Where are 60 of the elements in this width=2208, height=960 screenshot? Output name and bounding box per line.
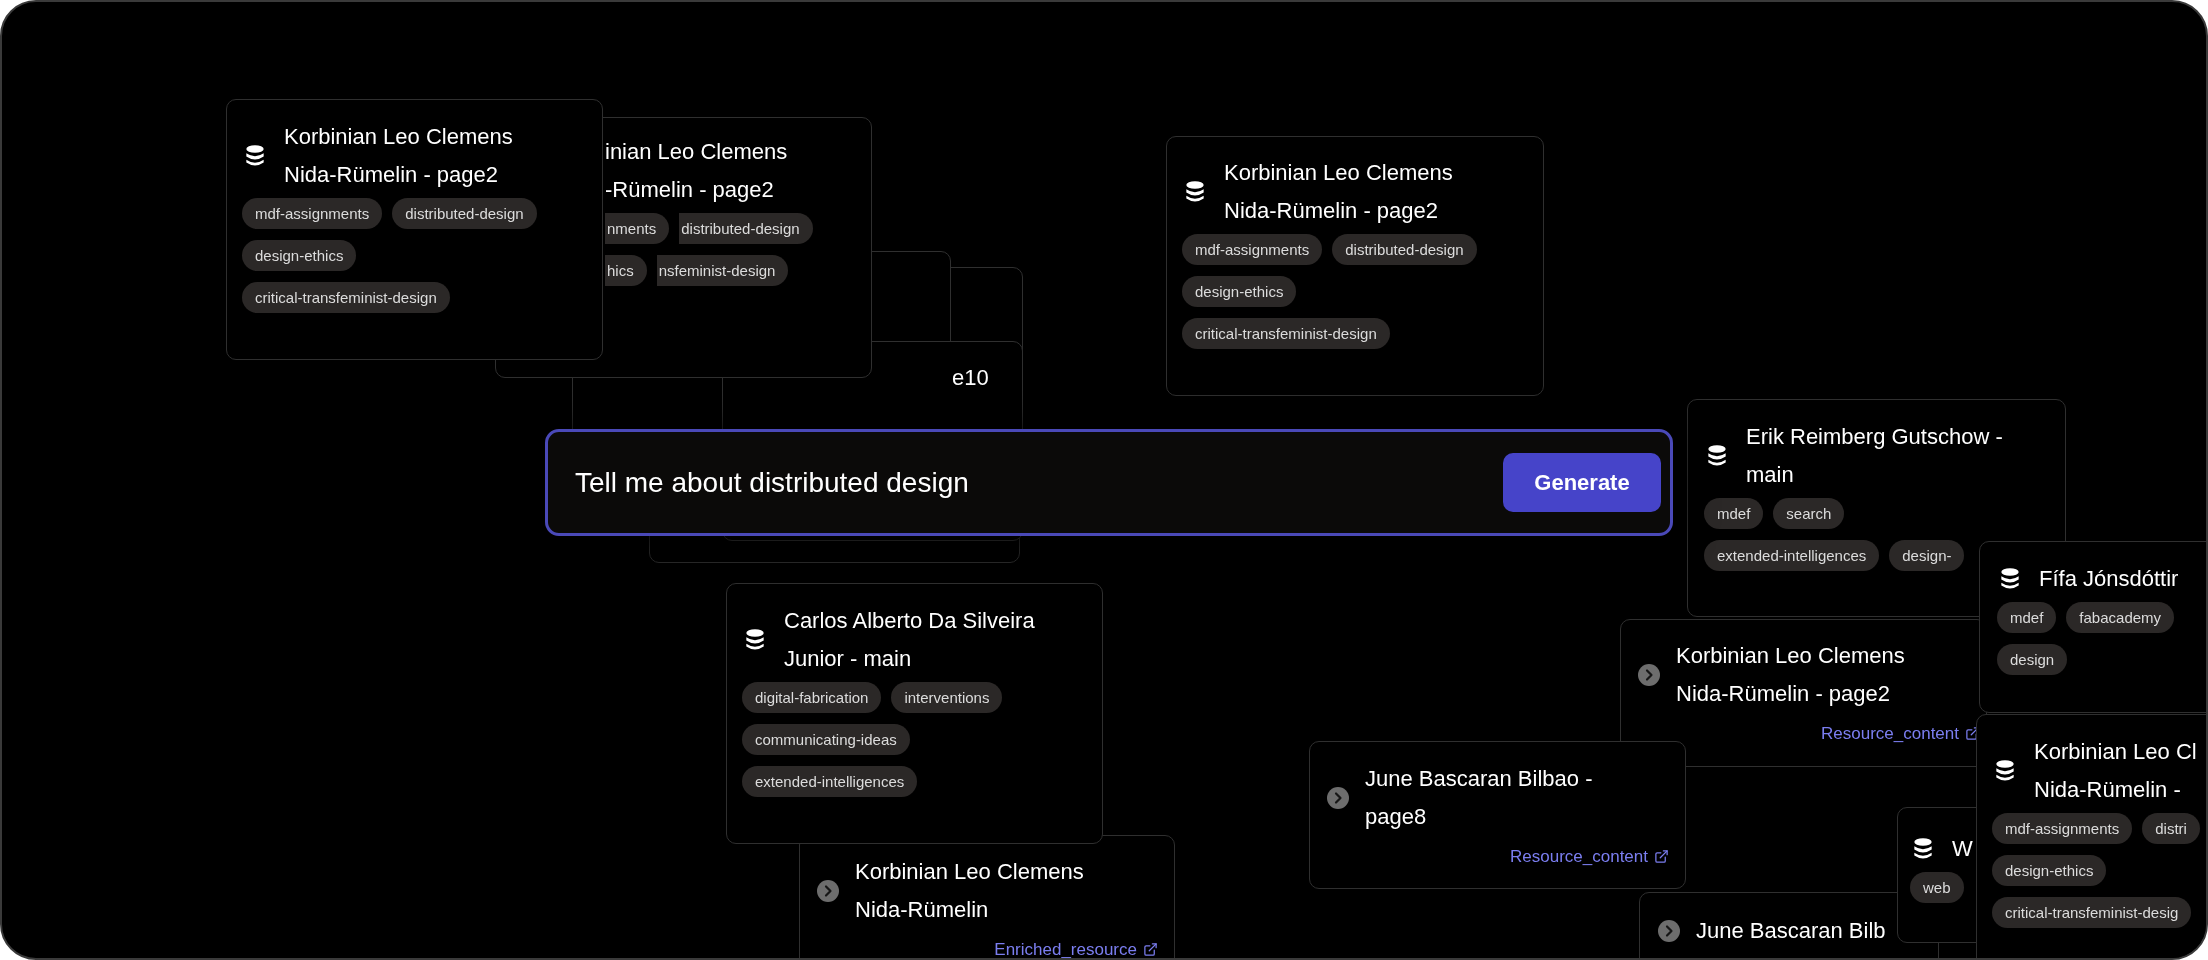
card-title: Nida-Rümelin - page2 (284, 161, 499, 189)
tag-chip: critical-transfeminist-design (242, 282, 450, 313)
tag-chip: design-ethics (1992, 855, 2107, 886)
card-title: inian Leo Clemens (605, 138, 788, 166)
card-title: Nida-Rümelin - page2 (1676, 680, 1891, 708)
card-title: June Bascaran Bilbao - (1365, 765, 1593, 793)
tag-chip: distributed-design (679, 213, 813, 244)
card-title: -Rümelin - page2 (605, 176, 775, 204)
tag-chip: critical-transfeminist-desig (1992, 897, 2192, 928)
tag-chip: critical-transfeminist-design (1182, 318, 1390, 349)
chevron-icon (1638, 664, 1660, 686)
tag-chip: mdf-assignments (242, 198, 383, 229)
card-title: page8 (1365, 803, 1428, 831)
card-title: Korbinian Leo Clemens (1676, 642, 1905, 670)
chevron-icon (1327, 787, 1349, 809)
tag-chip: design-ethics (242, 240, 357, 271)
tag-chip: design (1997, 644, 2068, 675)
tag-chip: mdf-assignments (1182, 234, 1323, 265)
prompt-field[interactable]: Tell me about distributed design Generate (545, 429, 1673, 536)
card-title: Carlos Alberto Da Silveira (784, 607, 1035, 635)
chevron-icon (1658, 920, 1680, 942)
resource-link[interactable]: Resource_content (1510, 844, 1669, 870)
card-title: Korbinian Leo Clemens (855, 858, 1084, 886)
card-title: Korbinian Leo Clemens (1224, 159, 1453, 187)
tag-chip: distributed-design (392, 198, 537, 229)
tag-chip: nsfeminist-design (656, 255, 789, 286)
tag-chip: design-ethics (1182, 276, 1297, 307)
card-title: Nida-Rümelin (855, 896, 990, 924)
card-title: Erik Reimberg Gutschow - (1746, 423, 2003, 451)
tag-chip: design- (1889, 540, 1965, 571)
tag-chip: distri (2142, 813, 2200, 844)
card-title: Nida-Rümelin - page2 (1224, 197, 1439, 225)
tag-chip: fabacademy (2066, 602, 2175, 633)
tag-chip: extended-intelligences (742, 766, 918, 797)
external-link-icon (1143, 942, 1158, 958)
card-title: e10 (952, 364, 989, 392)
chevron-icon (817, 880, 839, 902)
tag-chip: web (1910, 872, 1964, 903)
tag-chip: interventions (891, 682, 1003, 713)
tag-chip: digital-fabrication (742, 682, 882, 713)
external-link-icon (1654, 849, 1669, 865)
tag-chip: communicating-ideas (742, 724, 910, 755)
tag-chip: mdf-assignments (1992, 813, 2133, 844)
tag-chip: mdef (1704, 498, 1764, 529)
tag-chip: distributed-design (1332, 234, 1477, 265)
tag-chip: nments (605, 213, 670, 244)
card-title: Korbinian Leo Cl (2034, 738, 2197, 766)
resource-link[interactable]: Enriched_resource (994, 937, 1158, 958)
generate-button[interactable]: Generate (1503, 453, 1661, 512)
tag-chip: search (1773, 498, 1845, 529)
tag-chip: hics (605, 255, 647, 286)
card-title: Korbinian Leo Clemens (284, 123, 513, 151)
card-title: Nida-Rümelin - (2034, 776, 2182, 804)
card-title: June Bascaran Bilb (1696, 917, 1886, 945)
card-title: Fífa Jónsdóttir (2039, 565, 2179, 593)
card-title: main (1746, 461, 1795, 489)
tag-chip: mdef (1997, 602, 2057, 633)
tag-chip: extended-intelligences (1704, 540, 1880, 571)
card-title: Junior - main (784, 645, 913, 673)
card-title: W (1952, 835, 1973, 863)
